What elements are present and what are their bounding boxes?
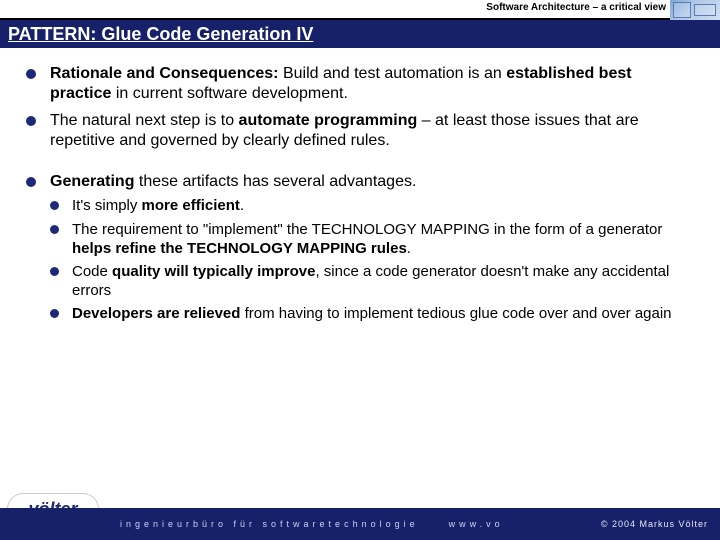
bullet-3: Generating these artifacts has several a… <box>26 172 694 324</box>
sub-2-b: . <box>407 240 411 257</box>
sub-2-a: The requirement to "implement" the TECHN… <box>72 221 662 238</box>
bullet-2-bold: automate programming <box>239 112 418 129</box>
sub-1-bold: more efficient <box>142 197 240 214</box>
sub-2-bold: helps refine the TECHNOLOGY MAPPING rule… <box>72 240 407 257</box>
bullet-1-text-b: in current software development. <box>111 85 348 102</box>
sub-1-a: It's simply <box>72 197 142 214</box>
sub-3-bold: quality will typically improve <box>112 263 315 280</box>
bullet-1-lead: Rationale and Consequences: <box>50 65 279 82</box>
footer-url: www.vo <box>449 519 504 529</box>
bullet-3-text: these artifacts has several advantages. <box>134 173 416 190</box>
footer-bar: ingenieurbüro für softwaretechnologie ww… <box>0 508 720 540</box>
sub-4-b: from having to implement tedious glue co… <box>240 305 671 322</box>
sub-1: It's simply more efficient. <box>50 196 694 215</box>
sub-2: The requirement to "implement" the TECHN… <box>50 220 694 258</box>
series-title: Software Architecture – a critical view <box>486 2 666 13</box>
sub-3: Code quality will typically improve, sin… <box>50 262 694 300</box>
sub-4-bold: Developers are relieved <box>72 305 240 322</box>
corner-graphic <box>670 0 720 20</box>
bullet-2: The natural next step is to automate pro… <box>26 111 694 152</box>
bullet-1-text-a: Build and test automation is an <box>279 65 507 82</box>
top-bar: Software Architecture – a critical view <box>0 0 720 20</box>
sub-3-a: Code <box>72 263 112 280</box>
sub-4: Developers are relieved from having to i… <box>50 304 694 323</box>
bullet-2-text-a: The natural next step is to <box>50 112 239 129</box>
footer-tagline: ingenieurbüro für softwaretechnologie <box>120 519 419 529</box>
bullet-1: Rationale and Consequences: Build and te… <box>26 64 694 105</box>
footer-copyright: © 2004 Markus Völter <box>601 519 708 529</box>
bullet-3-bold: Generating <box>50 173 134 190</box>
slide-title: PATTERN: Glue Code Generation IV <box>0 20 720 48</box>
slide-body: Rationale and Consequences: Build and te… <box>0 48 720 323</box>
sub-1-b: . <box>240 197 244 214</box>
